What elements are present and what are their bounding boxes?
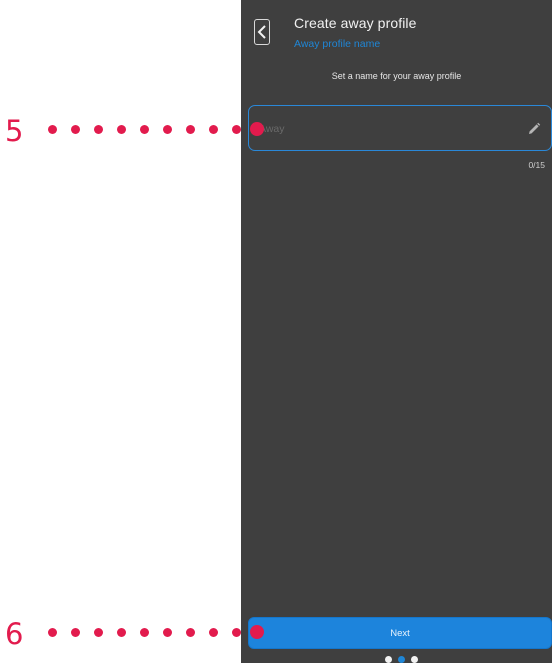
page-title: Create away profile: [294, 15, 417, 31]
pencil-icon: [529, 122, 541, 134]
profile-name-field[interactable]: [248, 105, 552, 151]
page-dot: [411, 656, 418, 663]
callout-leader: [48, 628, 241, 637]
page-dot: [385, 656, 392, 663]
character-counter: 0/15: [528, 160, 545, 170]
callout-marker: [250, 122, 264, 136]
page-indicator: [385, 656, 418, 663]
callout-marker: [250, 625, 264, 639]
callout-number: 6: [5, 617, 24, 651]
back-button[interactable]: [254, 19, 270, 45]
profile-name-input[interactable]: [259, 120, 509, 138]
next-button[interactable]: Next: [248, 617, 552, 649]
callout-number: 5: [5, 114, 24, 148]
instruction-text: Set a name for your away profile: [331, 71, 462, 81]
chevron-left-icon: [257, 25, 266, 39]
app-screen: Create away profile Away profile name Se…: [241, 0, 552, 663]
page-dot-active: [398, 656, 405, 663]
callout-leader: [48, 125, 241, 134]
page-subtitle: Away profile name: [294, 38, 381, 50]
